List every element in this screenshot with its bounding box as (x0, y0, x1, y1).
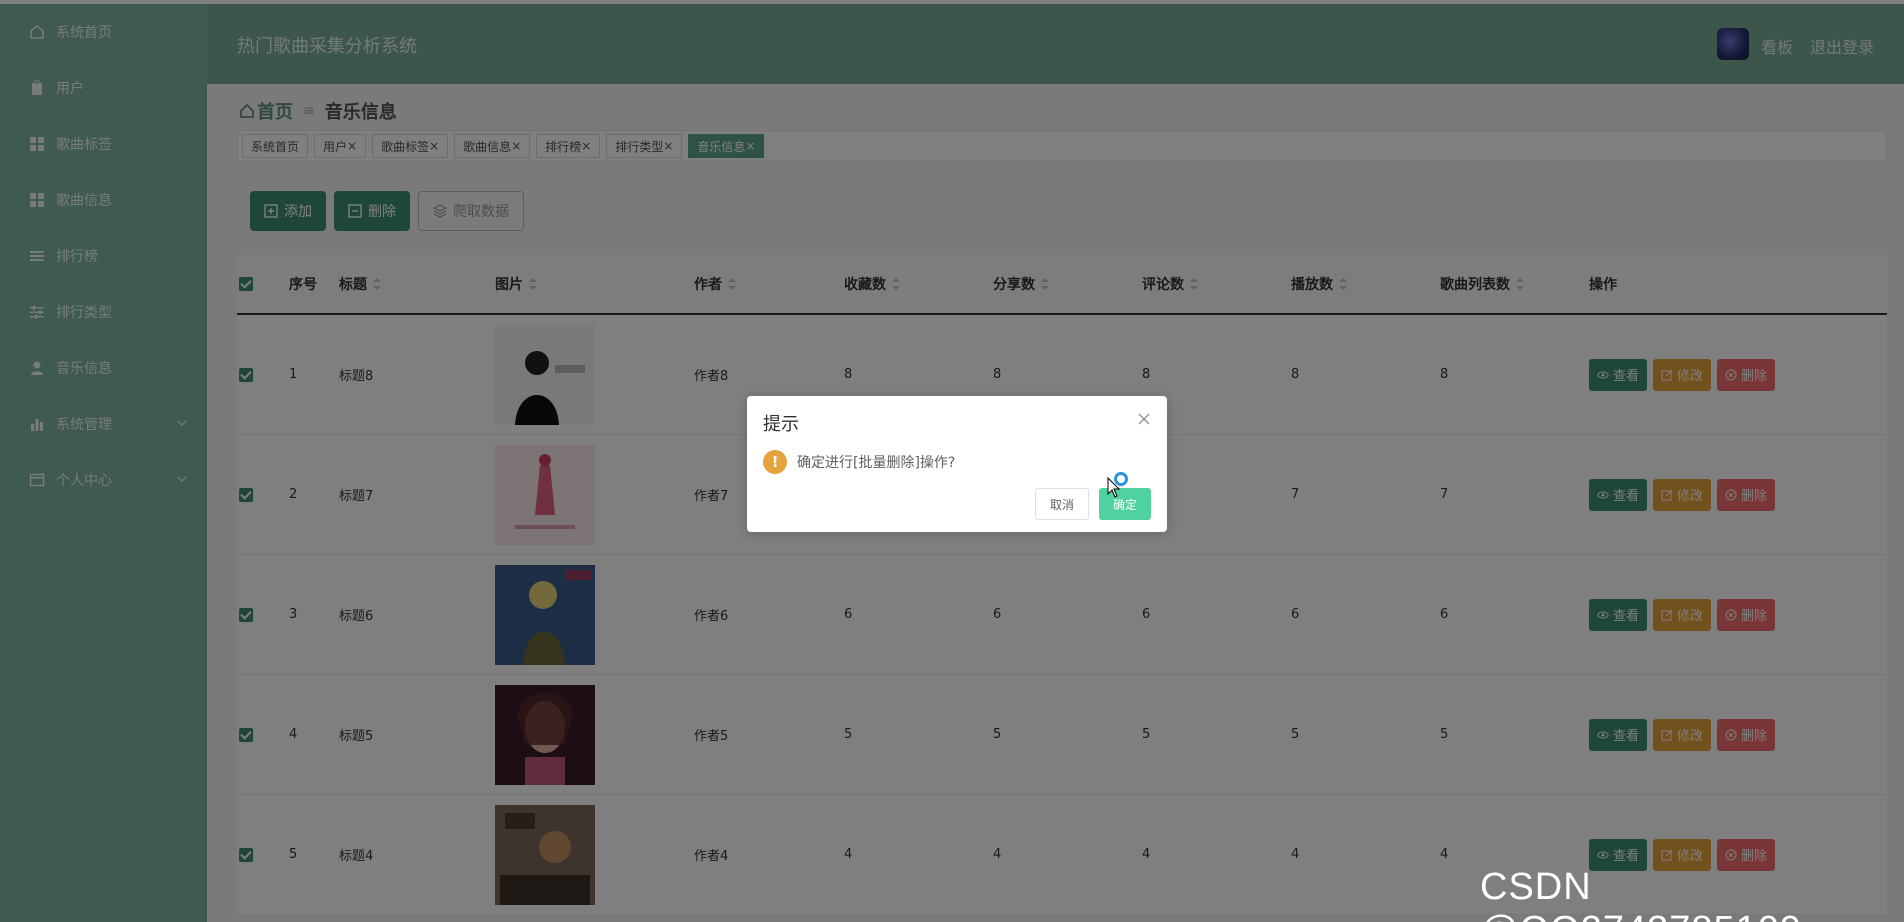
cancel-button[interactable]: 取消 (1034, 488, 1089, 520)
warning-icon: ! (763, 450, 787, 474)
dialog-title: 提示 (763, 414, 799, 435)
confirm-dialog: 提示 ! 确定进行[批量删除]操作? 取消 确定 (747, 396, 1167, 532)
close-icon[interactable] (1137, 412, 1151, 426)
dialog-message: ! 确定进行[批量删除]操作? (763, 450, 955, 474)
mouse-cursor-icon (1107, 477, 1121, 498)
dialog-message-text: 确定进行[批量删除]操作? (797, 455, 956, 471)
watermark: CSDN @QQ2743785109 (1480, 866, 1801, 922)
dialog-buttons: 取消 确定 (1034, 488, 1151, 520)
